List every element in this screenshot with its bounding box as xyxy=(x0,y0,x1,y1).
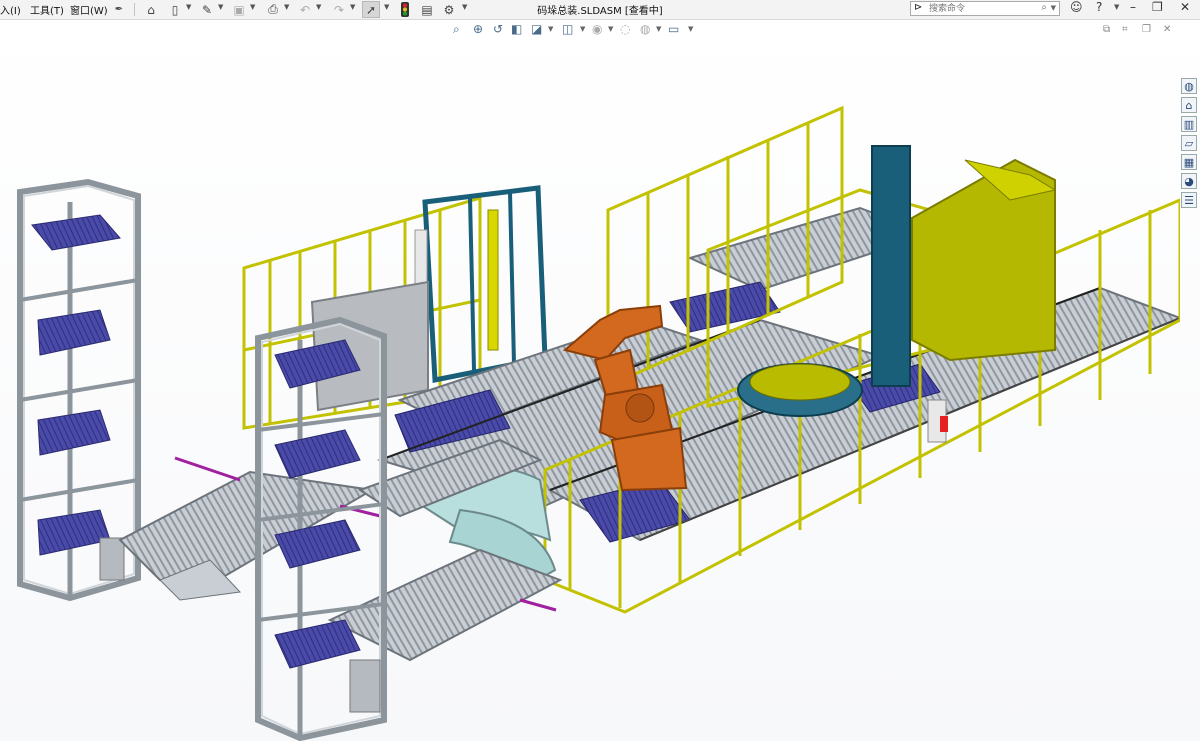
chevron-down-icon[interactable]: ▼ xyxy=(1114,3,1119,11)
lift-tower-left xyxy=(17,178,141,602)
minimize-icon[interactable]: – xyxy=(1130,0,1136,14)
pin-icon[interactable]: ✒ xyxy=(110,1,128,18)
separator xyxy=(134,3,135,16)
command-prompt-icon: ⊳ xyxy=(914,2,923,13)
chevron-down-icon[interactable]: ▼ xyxy=(384,3,389,11)
traffic-light-icon[interactable] xyxy=(396,1,414,18)
assembly-model[interactable] xyxy=(0,20,1180,741)
appearances-icon[interactable]: ◕ xyxy=(1181,173,1197,189)
task-pane-tabs: ◍ ⌂ ▥ ▱ ▦ ◕ ☰ xyxy=(1181,78,1199,211)
chevron-down-icon[interactable]: ▼ xyxy=(350,3,355,11)
chevron-down-icon[interactable]: ▼ xyxy=(316,3,321,11)
menu-tools[interactable]: 工具(T) xyxy=(30,2,64,17)
chevron-down-icon[interactable]: ▼ xyxy=(218,3,223,11)
home-icon[interactable]: ⌂ xyxy=(1181,97,1197,113)
close-icon[interactable]: ✕ xyxy=(1180,0,1190,14)
chevron-down-icon[interactable]: ▼ xyxy=(462,3,467,11)
design-library-icon[interactable]: ▥ xyxy=(1181,116,1197,132)
select-icon[interactable]: ➚ xyxy=(362,1,380,18)
save-icon[interactable]: ▣ xyxy=(230,1,248,18)
menu-insert[interactable]: 入(I) xyxy=(0,2,21,17)
new-document-icon[interactable]: ▯ xyxy=(166,1,184,18)
globe-icon[interactable]: ◍ xyxy=(1181,78,1197,94)
help-icon[interactable]: ? xyxy=(1096,0,1102,14)
file-explorer-icon[interactable]: ▱ xyxy=(1181,135,1197,151)
search-input[interactable] xyxy=(929,2,1033,15)
custom-properties-icon[interactable]: ☰ xyxy=(1181,192,1197,208)
search-box[interactable]: ⊳ ⌕ ▼ xyxy=(910,1,1060,16)
view-palette-icon[interactable]: ▦ xyxy=(1181,154,1197,170)
user-icon[interactable]: ☺ xyxy=(1070,0,1083,14)
graphics-area[interactable]: ⌕ ⊕ ↺ ◧ ◪ ▼ ◫ ▼ ◉ ▼ ◌ ◍ ▼ ▭ ▼ ⧉ ⌗ ❐ ✕ ◍ … xyxy=(0,20,1200,741)
redo-icon[interactable]: ↷ xyxy=(330,1,348,18)
chevron-down-icon[interactable]: ▼ xyxy=(250,3,255,11)
chevron-down-icon[interactable]: ▼ xyxy=(284,3,289,11)
open-icon[interactable]: ✎ xyxy=(198,1,216,18)
title-bar: 入(I) 工具(T) 窗口(W) ✒ ⌂ ▯ ▼ ✎ ▼ ▣ ▼ ⎙ ▼ ↶ ▼… xyxy=(0,0,1200,20)
menu-window[interactable]: 窗口(W) xyxy=(70,2,108,17)
gear-icon[interactable]: ⚙ xyxy=(440,1,458,18)
home-icon[interactable]: ⌂ xyxy=(142,1,160,18)
chevron-down-icon[interactable]: ▼ xyxy=(1051,4,1056,12)
undo-icon[interactable]: ↶ xyxy=(296,1,314,18)
print-icon[interactable]: ⎙ xyxy=(264,1,282,18)
options-icon[interactable]: ▤ xyxy=(418,1,436,18)
search-icon[interactable]: ⌕ xyxy=(1041,2,1047,13)
chevron-down-icon[interactable]: ▼ xyxy=(186,3,191,11)
restore-icon[interactable]: ❐ xyxy=(1152,0,1163,14)
